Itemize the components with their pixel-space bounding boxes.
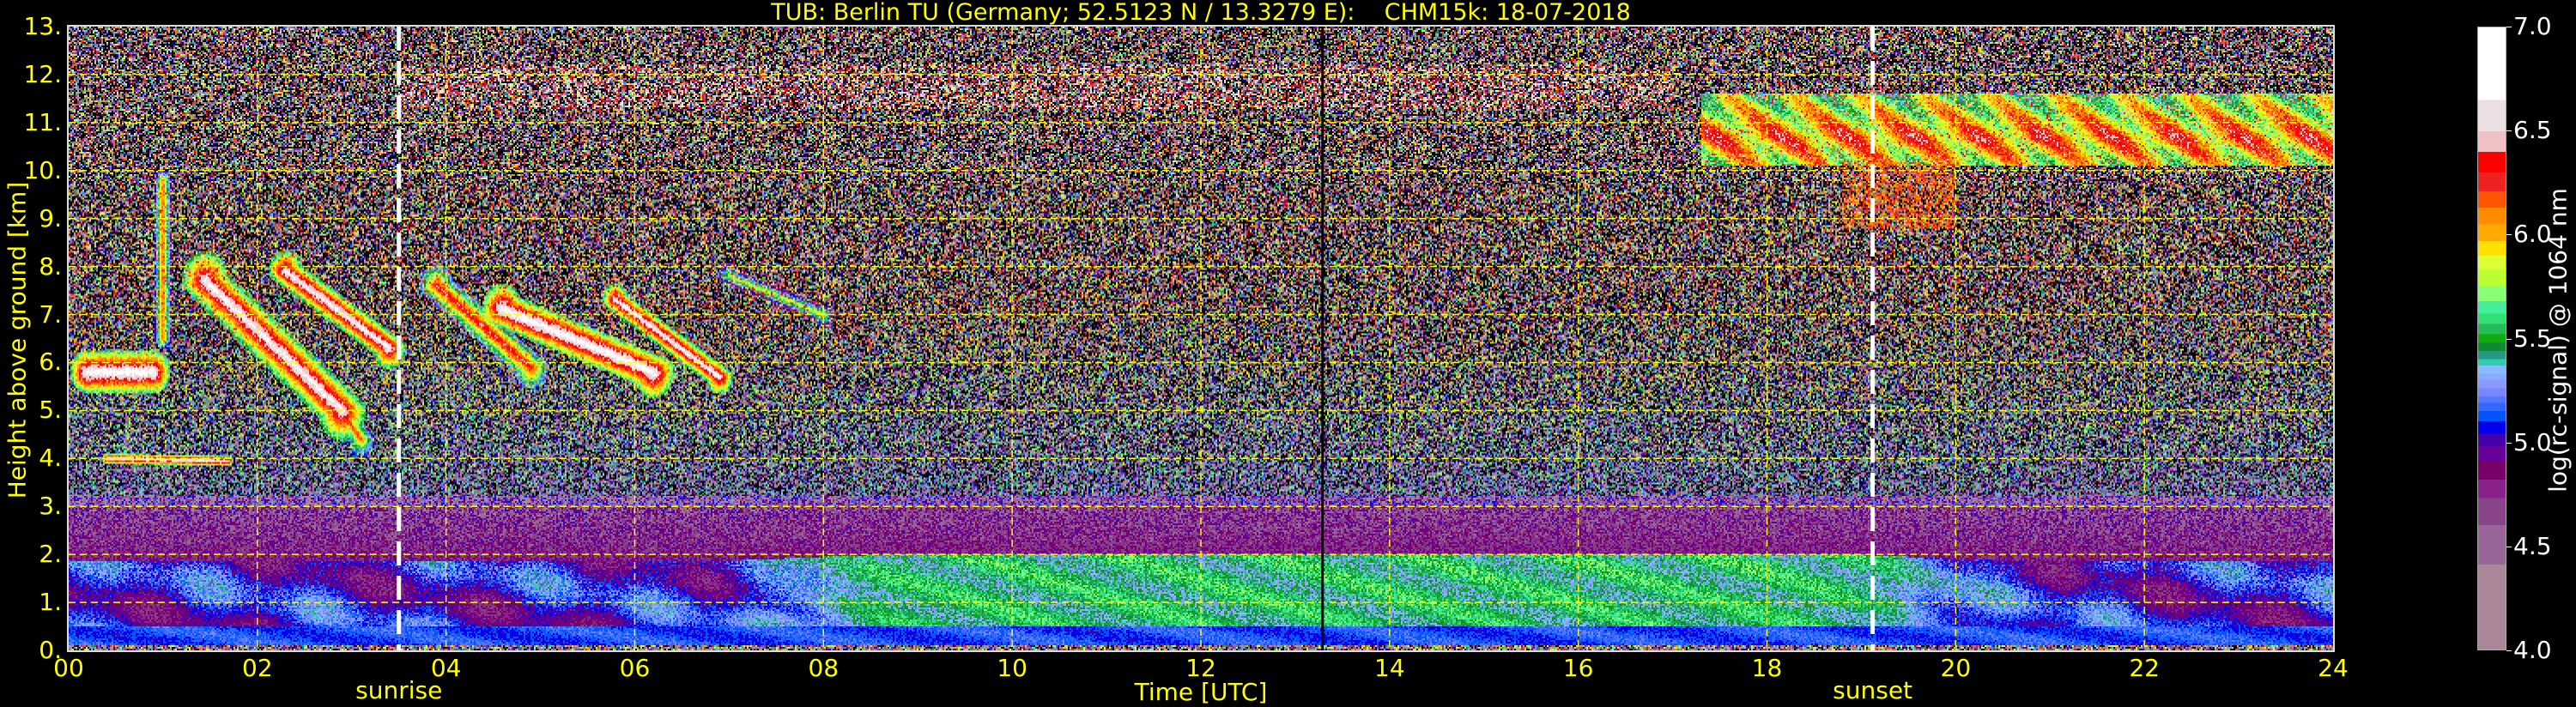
y-tick-label: 2. xyxy=(39,540,62,569)
colorbar-tick-label: 7.0 xyxy=(2513,12,2552,40)
y-tick-label: 11. xyxy=(23,107,62,136)
sunrise-label: sunrise xyxy=(355,676,443,704)
sunset-label: sunset xyxy=(1833,676,1913,704)
colorbar-tick-mark xyxy=(2506,442,2512,444)
colorbar-tick-label: 4.0 xyxy=(2513,636,2552,664)
chart-title: TUB: Berlin TU (Germany; 52.5123 N / 13.… xyxy=(771,0,1631,26)
colorbar-tick-mark xyxy=(2506,650,2512,651)
colorbar-tick-mark xyxy=(2506,234,2512,236)
y-tick-label: 13. xyxy=(23,12,62,40)
y-tick-label: 1. xyxy=(39,588,62,617)
colorbar-tick-mark xyxy=(2506,130,2512,132)
colorbar-tick-label: 6.5 xyxy=(2513,116,2552,145)
colorbar-tick-mark xyxy=(2506,338,2512,340)
y-axis-label: Height above ground [km] xyxy=(3,181,32,499)
y-tick-label: 12. xyxy=(23,59,62,88)
colorbar-tick-label: 4.5 xyxy=(2513,531,2552,560)
grid-overlay xyxy=(69,27,2333,650)
colorbar-label: log(rc-signal) @ 1064 nm xyxy=(2543,188,2573,492)
plot-area xyxy=(67,25,2335,652)
colorbar xyxy=(2477,27,2506,650)
